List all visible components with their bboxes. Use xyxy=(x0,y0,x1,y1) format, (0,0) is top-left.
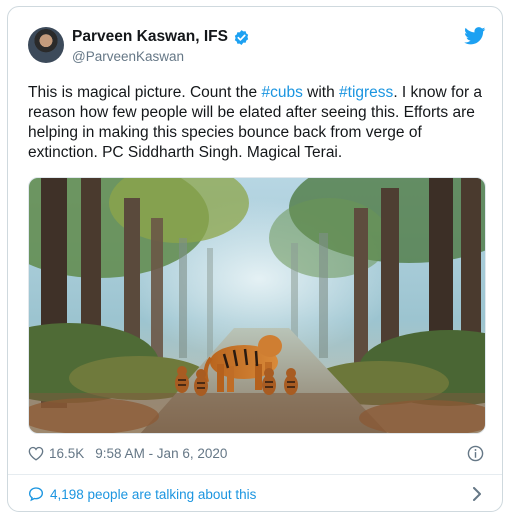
tweet-text: This is magical picture. Count the #cubs… xyxy=(28,83,490,163)
tweet-text-part-2: with xyxy=(302,84,340,101)
conversation-link[interactable]: 4,198 people are talking about this xyxy=(28,486,256,502)
author-row: Parveen Kaswan, IFS xyxy=(72,28,250,46)
tweet-timestamp[interactable]: 9:58 AM - Jan 6, 2020 xyxy=(95,446,227,461)
heart-icon[interactable] xyxy=(28,446,44,461)
divider xyxy=(8,474,502,475)
tweet-photo[interactable] xyxy=(28,177,486,434)
author-name[interactable]: Parveen Kaswan, IFS xyxy=(72,28,228,46)
speech-bubble-icon xyxy=(28,487,44,502)
chevron-right-icon[interactable] xyxy=(472,487,482,501)
hashtag-tigress[interactable]: #tigress xyxy=(339,84,393,101)
like-count[interactable]: 16.5K xyxy=(49,446,84,461)
verified-badge-icon xyxy=(234,29,249,45)
forest-tiger-image xyxy=(29,178,485,433)
twitter-bird-icon[interactable] xyxy=(464,27,486,45)
tweet-text-part-1: This is magical picture. Count the xyxy=(28,84,262,101)
conversation-count[interactable]: 4,198 people are talking about this xyxy=(50,487,256,502)
info-icon[interactable] xyxy=(467,445,484,462)
author-handle[interactable]: @ParveenKaswan xyxy=(72,49,184,64)
tweet-card: Parveen Kaswan, IFS @ParveenKaswan This … xyxy=(7,6,503,512)
avatar[interactable] xyxy=(28,27,64,63)
hashtag-cubs[interactable]: #cubs xyxy=(261,84,302,101)
tweet-meta: 16.5K 9:58 AM - Jan 6, 2020 xyxy=(28,446,227,461)
